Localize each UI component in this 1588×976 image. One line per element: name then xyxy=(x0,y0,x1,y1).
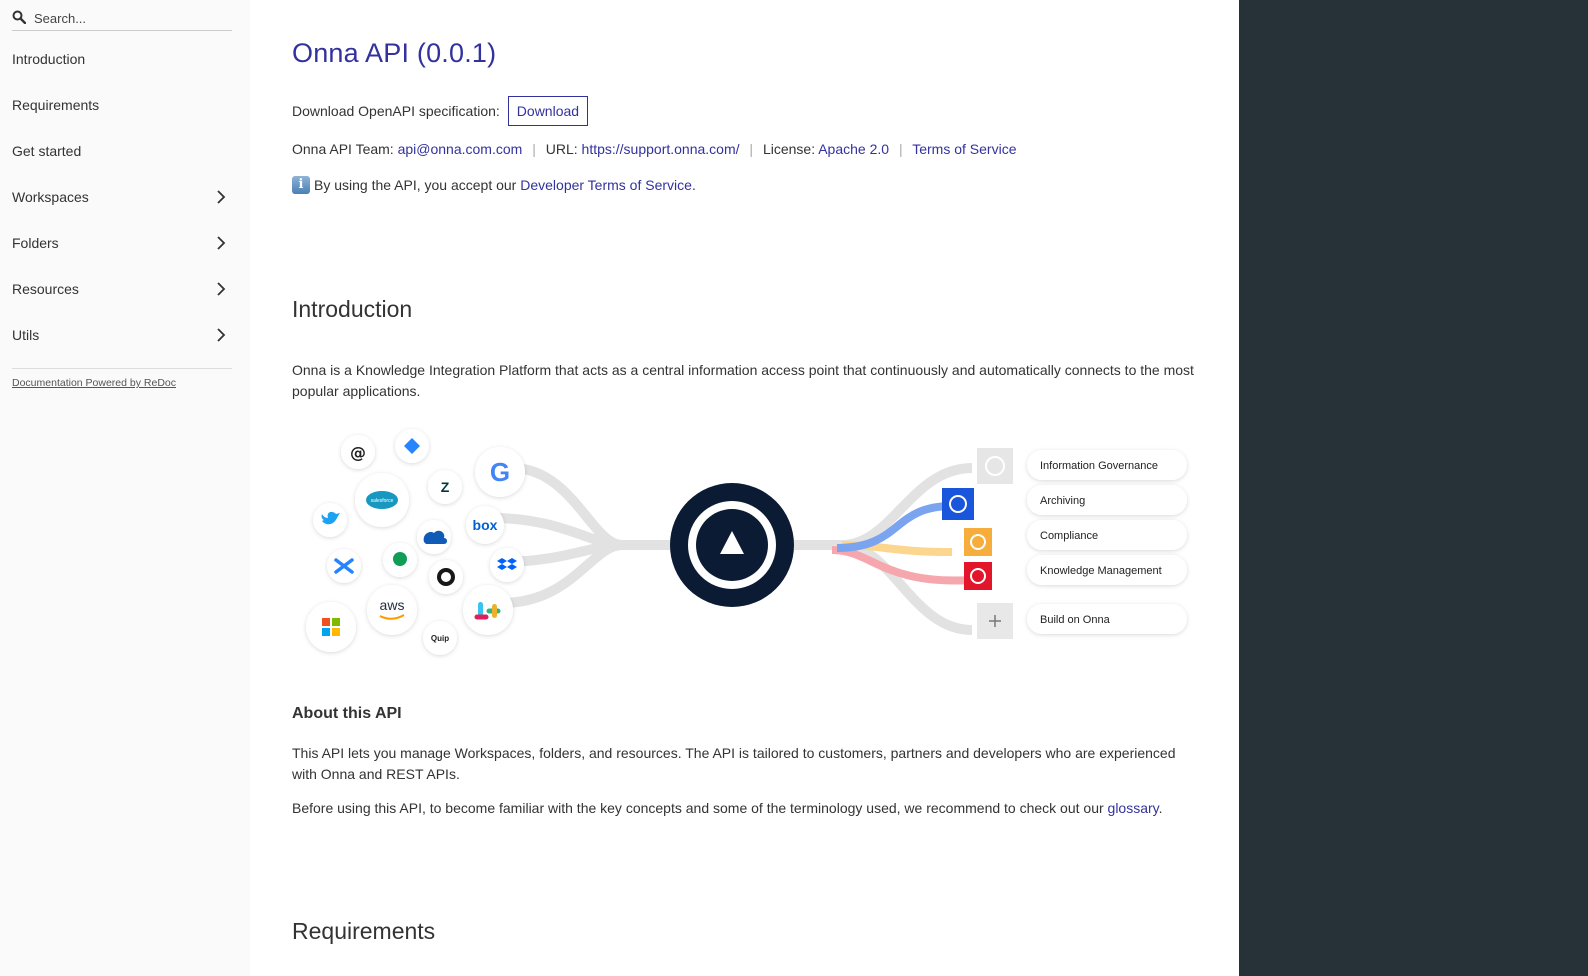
sidebar-item-folders[interactable]: Folders xyxy=(0,220,250,266)
knowledge-square xyxy=(964,562,992,590)
separator: | xyxy=(749,141,754,157)
sidebar-item-introduction[interactable]: Introduction xyxy=(0,36,250,82)
glossary-paragraph: Before using this API, to become familia… xyxy=(292,798,1202,819)
integration-diagram: @ G salesforce Z box aws Quip Informatio… xyxy=(306,429,1187,655)
separator: | xyxy=(532,141,536,157)
team-label: Onna API Team: xyxy=(292,141,394,157)
download-label: Download OpenAPI specification: xyxy=(292,103,500,119)
chevron-right-icon xyxy=(217,190,226,204)
search-box xyxy=(12,4,232,31)
box-icon: box xyxy=(473,517,498,533)
search-icon xyxy=(12,10,26,24)
right-code-panel xyxy=(1239,0,1588,976)
output-label: Compliance xyxy=(1040,530,1098,542)
sidebar-item-label: Utils xyxy=(12,327,40,343)
chevron-right-icon xyxy=(217,328,226,342)
glossary-suffix: . xyxy=(1158,800,1163,816)
aws-icon: aws xyxy=(380,597,405,613)
download-button[interactable]: Download xyxy=(507,96,589,126)
section-heading-introduction: Introduction xyxy=(292,296,413,322)
glossary-link[interactable]: glossary xyxy=(1108,800,1159,816)
sidebar-divider xyxy=(12,368,232,369)
powered-by-link[interactable]: Documentation Powered by ReDoc xyxy=(12,377,176,389)
developer-terms-link[interactable]: Developer Terms of Service xyxy=(520,177,692,193)
hangouts-icon xyxy=(393,552,407,566)
output-label: Information Governance xyxy=(1040,460,1158,472)
api-info-row: Onna API Team: api@onna.com.com | URL: h… xyxy=(292,141,1016,157)
support-url-link[interactable]: https://support.onna.com/ xyxy=(582,141,740,157)
search-input[interactable] xyxy=(32,6,231,30)
team-email-link[interactable]: api@onna.com.com xyxy=(398,141,523,157)
sidebar-item-label: Get started xyxy=(12,143,82,159)
download-row: Download OpenAPI specification: Download xyxy=(292,95,589,127)
terms-of-service-link[interactable]: Terms of Service xyxy=(912,141,1016,157)
separator: | xyxy=(898,141,903,157)
sidebar-item-resources[interactable]: Resources xyxy=(0,266,250,312)
url-label: URL: xyxy=(545,141,578,157)
sidebar-item-label: Folders xyxy=(12,235,59,251)
intro-paragraph: Onna is a Knowledge Integration Platform… xyxy=(292,362,1194,399)
glossary-prefix: Before using this API, to become familia… xyxy=(292,800,1104,816)
google-icon: G xyxy=(490,457,510,487)
sidebar-item-utils[interactable]: Utils xyxy=(0,312,250,358)
sidebar-menu: Introduction Requirements Get started Wo… xyxy=(0,36,250,358)
dev-terms-prefix: By using the API, you accept our xyxy=(314,177,517,193)
chevron-right-icon xyxy=(217,236,226,250)
license-link[interactable]: Apache 2.0 xyxy=(818,141,889,157)
page-title: Onna API (0.0.1) xyxy=(292,38,497,68)
quip-icon: Quip xyxy=(431,634,449,643)
developer-terms-notice: i By using the API, you accept our Devel… xyxy=(292,176,696,194)
sidebar-item-get-started[interactable]: Get started xyxy=(0,128,250,174)
output-label: Archiving xyxy=(1040,495,1085,507)
output-label: Build on Onna xyxy=(1040,614,1111,626)
sidebar-item-label: Workspaces xyxy=(12,189,89,205)
license-label: License: xyxy=(762,141,816,157)
dev-terms-suffix: . xyxy=(691,177,696,193)
section-heading-about: About this API xyxy=(292,705,402,722)
sidebar-item-label: Requirements xyxy=(12,97,100,113)
about-paragraph: This API lets you manage Workspaces, fol… xyxy=(292,745,1176,782)
section-heading-requirements: Requirements xyxy=(292,918,436,944)
zendesk-icon: Z xyxy=(441,479,450,495)
salesforce-icon: salesforce xyxy=(371,498,394,504)
governance-square xyxy=(942,488,974,520)
sidebar-item-workspaces[interactable]: Workspaces xyxy=(0,174,250,220)
sidebar-item-label: Resources xyxy=(12,281,79,297)
workplace-icon: @ xyxy=(350,443,366,462)
output-label: Knowledge Management xyxy=(1040,565,1162,577)
sidebar: Introduction Requirements Get started Wo… xyxy=(0,0,250,976)
info-icon: i xyxy=(292,176,310,194)
compliance-square xyxy=(964,528,992,556)
chevron-right-icon xyxy=(217,282,226,296)
sidebar-item-label: Introduction xyxy=(12,51,86,67)
sidebar-item-requirements[interactable]: Requirements xyxy=(0,82,250,128)
